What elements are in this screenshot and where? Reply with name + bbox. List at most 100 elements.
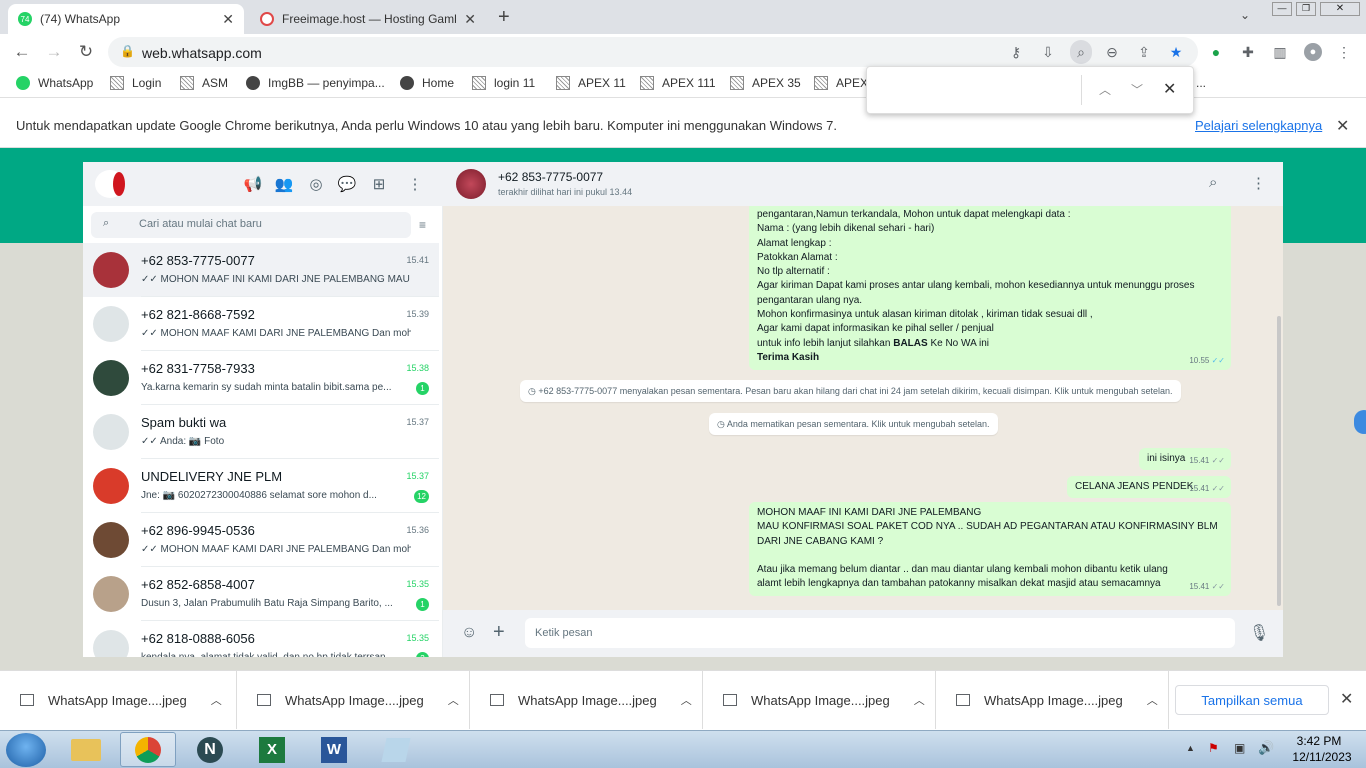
filter-icon[interactable]: ≡ — [419, 218, 426, 232]
forward-arrow-icon[interactable]: → — [41, 40, 67, 64]
download-item[interactable]: WhatsApp Image....jpeg ︿ — [470, 671, 703, 729]
taskbar-excel-icon[interactable]: X — [244, 732, 300, 767]
status-icon[interactable]: ◎ — [306, 174, 326, 194]
search-input[interactable]: ⌕ Cari atau mulai chat baru — [91, 212, 411, 238]
download-item[interactable]: WhatsApp Image....jpeg ︿ — [237, 671, 470, 729]
message-input[interactable]: Ketik pesan — [525, 618, 1235, 648]
side-panel-icon[interactable]: ▥ — [1272, 44, 1288, 60]
restore-icon[interactable]: ❐ — [1296, 2, 1316, 16]
download-item[interactable]: WhatsApp Image....jpeg ︿ — [0, 671, 237, 729]
profile-avatar-icon[interactable]: ● — [1304, 43, 1322, 61]
tray-network-icon[interactable]: ▣ — [1234, 741, 1245, 755]
chat-list-item[interactable]: +62 852-6858-4007 15.35 Dusun 3, Jalan Pra… — [83, 567, 439, 621]
find-input[interactable] — [875, 77, 1075, 103]
profile-avatar[interactable] — [95, 170, 125, 198]
menu-icon[interactable]: ⋮ — [405, 174, 425, 194]
chat-list-item[interactable]: +62 821-8668-7592 15.39 ✓✓ MOHON MAAF KAMI… — [83, 297, 439, 351]
channels-icon[interactable]: 📢 — [243, 174, 263, 194]
reload-icon[interactable]: ↻ — [73, 40, 99, 64]
system-message[interactable]: ◷ +62 853-7775-0077 menyalakan pesan sem… — [520, 380, 1181, 402]
lock-icon[interactable]: 🔒 — [120, 44, 135, 58]
bookmark-asm[interactable]: ASM — [180, 76, 228, 90]
bookmark-login[interactable]: Login — [110, 76, 161, 90]
chat-list-item[interactable]: +62 818-0888-6056 15.35 kendala nya. alama… — [83, 621, 439, 657]
minimize-icon[interactable]: — — [1272, 2, 1292, 16]
back-arrow-icon[interactable]: ← — [9, 40, 35, 64]
microphone-icon[interactable]: 🎙 — [1249, 623, 1269, 643]
taskbar-explorer-icon[interactable] — [58, 732, 114, 767]
taskbar-word-icon[interactable]: W — [306, 732, 362, 767]
message-bubble-outgoing[interactable]: MOHON MAAF INI KAMI DARI JNE PALEMBANG MA… — [749, 502, 1231, 596]
learn-more-link[interactable]: Pelajari selengkapnya — [1195, 118, 1322, 133]
share-icon[interactable]: ⇪ — [1136, 44, 1152, 60]
floating-extension-button[interactable] — [1354, 410, 1366, 434]
channels-chat-icon[interactable]: 💬 — [337, 174, 357, 194]
extensions-puzzle-icon[interactable]: ✚ — [1240, 44, 1256, 60]
close-tab-icon[interactable]: ✕ — [464, 11, 476, 28]
chat-list-item[interactable]: +62 853-7775-0077 15.41 ✓✓ MOHON MAAF INI … — [83, 243, 439, 297]
address-bar[interactable]: 🔒 web.whatsapp.com — [108, 37, 1198, 67]
taskbar-chrome-icon[interactable] — [120, 732, 176, 767]
bookmark-apex-11[interactable]: APEX 11 — [556, 76, 626, 90]
chevron-up-icon[interactable]: ︿ — [914, 692, 925, 708]
zoom-icon[interactable]: ⊖ — [1104, 44, 1120, 60]
new-chat-icon[interactable]: ⊞ — [369, 174, 389, 194]
find-close-icon[interactable]: ✕ — [1163, 79, 1176, 99]
conversation-menu-icon[interactable]: ⋮ — [1251, 174, 1266, 192]
browser-menu-icon[interactable]: ⋮ — [1336, 44, 1352, 60]
emoji-icon[interactable]: ☺ — [461, 624, 477, 642]
taskbar-n-app-icon[interactable]: N — [182, 732, 238, 767]
clock-date[interactable]: 12/11/2023 — [1284, 750, 1360, 764]
bookmark-apex-35[interactable]: APEX 35 — [730, 76, 801, 90]
new-tab-icon[interactable]: + — [498, 6, 510, 29]
conversation-header[interactable]: +62 853-7775-0077 terakhir dilihat hari … — [443, 162, 1283, 206]
infobar-close-icon[interactable]: ✕ — [1336, 116, 1349, 136]
contact-avatar[interactable] — [456, 169, 486, 199]
tab-search-chevron-icon[interactable]: ⌄ — [1240, 8, 1250, 22]
message-bubble-outgoing[interactable]: pengantaran,Namun terkandala, Mohon untu… — [749, 206, 1231, 370]
download-item[interactable]: WhatsApp Image....jpeg ︿ — [936, 671, 1169, 729]
extension-whatsapp-icon[interactable]: ● — [1208, 44, 1224, 60]
tab-whatsapp[interactable]: 74 (74) WhatsApp ✕ — [8, 4, 244, 34]
system-message[interactable]: ◷ Anda mematikan pesan sementara. Klik u… — [709, 413, 998, 435]
message-scrollbar[interactable] — [1277, 316, 1281, 606]
tray-expand-icon[interactable]: ▲ — [1186, 743, 1195, 753]
communities-icon[interactable]: 👥 — [274, 174, 294, 194]
message-bubble-outgoing[interactable]: CELANA JEANS PENDEK 15.41 ✓✓ — [1067, 476, 1231, 498]
key-icon[interactable]: ⚷ — [1008, 44, 1024, 60]
tab-freeimage[interactable]: Freeimage.host — Hosting Gamb ✕ — [250, 4, 486, 34]
bookmark-apex-111[interactable]: APEX 111 — [640, 76, 716, 90]
bookmark-apex[interactable]: APEX — [814, 76, 868, 90]
close-tab-icon[interactable]: ✕ — [222, 11, 234, 28]
find-in-page-icon[interactable]: ⌕ — [1070, 40, 1092, 64]
start-button-icon[interactable] — [6, 733, 46, 767]
chat-list-item[interactable]: +62 896-9945-0536 15.36 ✓✓ MOHON MAAF KAMI… — [83, 513, 439, 567]
chat-list-item[interactable]: +62 831-7758-7933 15.38 Ya.karna kemarin s… — [83, 351, 439, 405]
bookmark-home[interactable]: Home — [400, 76, 454, 90]
chat-list-item[interactable]: Spam bukti wa 15.37 ✓✓ Anda: 📷 Foto — [83, 405, 439, 459]
find-previous-icon[interactable]: ︿ — [1099, 81, 1111, 98]
bookmarks-overflow[interactable]: ... — [1196, 76, 1206, 90]
download-item[interactable]: WhatsApp Image....jpeg ︿ — [703, 671, 936, 729]
chevron-up-icon[interactable]: ︿ — [448, 692, 459, 708]
taskbar-notepad-icon[interactable] — [368, 732, 424, 767]
show-all-downloads-button[interactable]: Tampilkan semua — [1175, 685, 1329, 715]
tray-volume-icon[interactable]: 🔊 — [1258, 740, 1274, 756]
chat-list-item[interactable]: UNDELIVERY JNE PLM 15.37 Jne: 📷 6020272300… — [83, 459, 439, 513]
chevron-up-icon[interactable]: ︿ — [681, 692, 692, 708]
search-messages-icon[interactable]: ⌕ — [1209, 174, 1217, 191]
bookmark-star-icon[interactable]: ★ — [1168, 44, 1184, 60]
find-next-icon[interactable]: ﹀ — [1131, 81, 1143, 98]
bookmark-whatsapp[interactable]: WhatsApp — [16, 76, 93, 90]
clock-time[interactable]: 3:42 PM — [1284, 734, 1354, 748]
chevron-up-icon[interactable]: ︿ — [211, 692, 222, 708]
message-bubble-outgoing[interactable]: ini isinya 15.41 ✓✓ — [1139, 448, 1231, 470]
close-window-icon[interactable]: ✕ — [1320, 2, 1360, 16]
attach-plus-icon[interactable]: + — [493, 621, 505, 644]
tray-action-center-icon[interactable]: ⚑ — [1208, 741, 1219, 755]
install-app-icon[interactable]: ⇩ — [1040, 44, 1056, 60]
close-downloads-icon[interactable]: ✕ — [1340, 689, 1353, 709]
bookmark-imgbb[interactable]: ImgBB — penyimpa... — [246, 76, 385, 90]
chevron-up-icon[interactable]: ︿ — [1147, 692, 1158, 708]
bookmark-login-11[interactable]: login 11 — [472, 76, 535, 90]
